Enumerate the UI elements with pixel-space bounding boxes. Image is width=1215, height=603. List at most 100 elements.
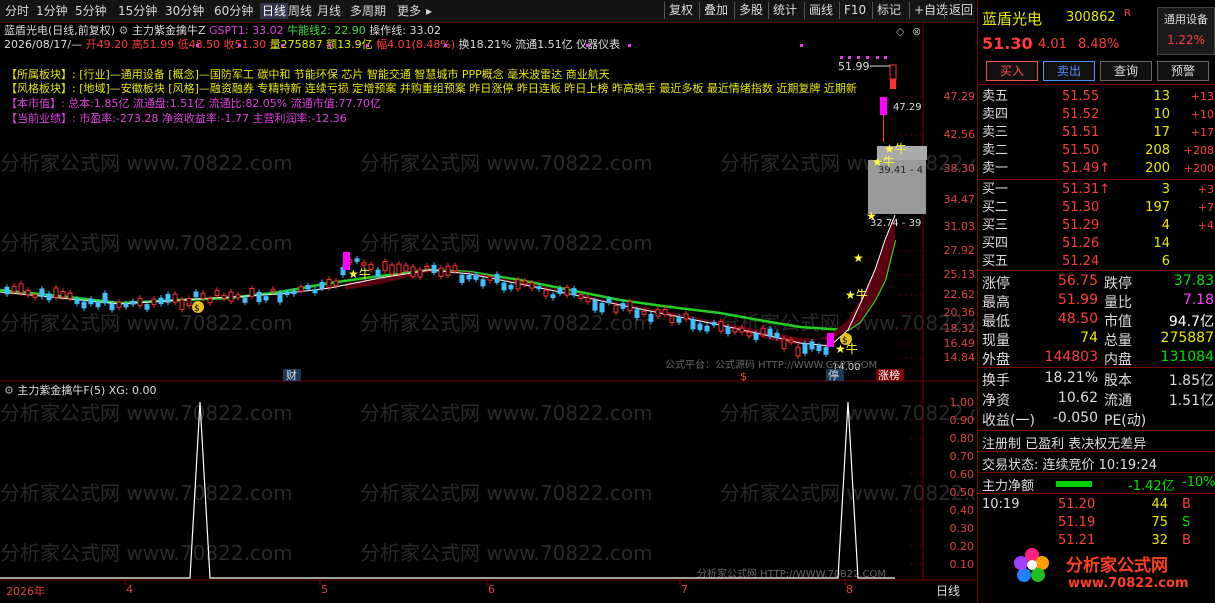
candle [389,264,395,275]
marker-ting: 停 [828,368,839,382]
candle [151,298,157,306]
candle [270,288,276,292]
y-tick-label: 22.62 [943,288,976,301]
quote-change: +3 [1197,183,1214,196]
candle [403,264,409,272]
candle [144,304,150,310]
candle [319,281,325,289]
stat-value: 48.50 [1057,311,1098,327]
signal-dot [628,44,631,47]
candle [25,289,31,296]
main-flow-label: 主力净额 [982,479,1035,494]
quote-level: 买二 [982,200,1009,215]
signal-dot [366,44,369,47]
sub-indicator-title[interactable]: 主力紫金擒牛F(5) XG: 0.00 [17,384,156,397]
candle [809,341,815,350]
signal-dot [857,56,860,59]
quote-level: 买三 [982,218,1009,233]
candle [214,290,220,296]
sub-title-row: ⚙ 主力紫金擒牛F(5) XG: 0.00 [4,384,157,398]
quote-volume: 10 [1153,107,1170,122]
period-label[interactable]: 日线 [936,582,960,599]
candle [333,280,339,287]
stat-value: 144803 [1044,349,1098,365]
candle [711,321,717,326]
candle [242,297,248,303]
sub-y-tick-label: 0.60 [949,468,975,481]
candle [683,313,689,320]
stat-value: 37.83 [1173,273,1214,289]
stat-label: 流通 [1104,393,1132,409]
quote-level: 卖一 [982,161,1009,176]
buy-button[interactable]: 买入 [986,61,1038,81]
signal-dot [196,44,199,47]
x-ticks [124,580,846,586]
candle [361,262,367,266]
candle [690,318,696,330]
y-tick-label: 47.29 [943,90,976,103]
y-tick-label: 38.30 [943,162,976,175]
candle [256,292,262,302]
candle [536,286,542,290]
stat-label: 市值 [1104,314,1132,330]
stat-label: 涨停 [982,276,1010,292]
sub-settings-icon[interactable]: ⚙ [4,384,17,397]
quote-price: 51.52 [1062,107,1100,122]
candle [662,308,668,316]
signal-dot [848,56,851,59]
sell-button[interactable]: 卖出 [1043,61,1095,81]
x-tick-label: 5 [321,583,328,596]
marker-cai: 财 [286,368,297,382]
quote-row: 卖四 51.52 10 +10 [982,106,1214,124]
candle [81,301,87,309]
candle [529,282,535,289]
candle [480,279,486,287]
quote-volume: 14 [1153,236,1170,251]
watermark-text: 分析家公式网 www.70822.com [360,231,653,255]
quote-change: +200 [1183,162,1214,175]
candle [235,294,241,299]
stat-value: 94.7亿 [1168,314,1214,330]
svg-text:★: ★ [866,209,877,223]
watermark-text: 分析家公式网 www.70822.com [0,401,293,425]
quote-volume: 208 [1145,143,1170,158]
quote-panel: 蓝盾光电 300862 R 通用设备 1.22% 51.30 4.01 8.48… [977,0,1215,603]
candle [522,280,528,285]
candle [431,264,437,274]
industry-box[interactable]: 通用设备 1.22% [1157,7,1215,55]
stat-label: 现量 [982,333,1010,349]
query-button[interactable]: 查询 [1100,61,1152,81]
quote-volume: 3 [1161,182,1170,197]
quote-row: 卖五 51.55 13 +13 [982,88,1214,106]
marker-zhangbang: 涨榜 [878,368,900,382]
quote-row: 卖二 51.50 208 +208 [982,142,1214,160]
quote-row: 卖三 51.51 17 +17 [982,124,1214,142]
trade-state: 交易状态: 连续竞价 10:19:24 [982,458,1158,473]
annotation-high: 51.99 [838,60,870,73]
candle [326,278,332,288]
alert-button[interactable]: 预警 [1157,61,1209,81]
quote-level: 卖四 [982,107,1009,122]
quote-change: +7 [1197,201,1214,214]
candle [193,291,199,298]
candle [165,293,171,303]
stat-label: 内盘 [1104,352,1132,368]
x-tick-label: 7 [681,583,688,596]
quote-row: 买一 51.31↑ 3 +3 [982,181,1214,199]
candle [753,332,759,340]
candle [116,301,122,308]
tick-price: 51.20 [1058,497,1096,512]
y-tick-label: 16.49 [943,337,976,350]
stat-label: 总量 [1104,333,1132,349]
quote-price: 51.55 [1062,89,1100,104]
candle [53,287,59,298]
quote-level: 买一 [982,182,1009,197]
quote-row: 买四 51.26 14 [982,235,1214,253]
tick-direction: B [1182,533,1191,548]
quote-change: +4 [1197,219,1214,232]
tick-direction: S [1182,515,1191,530]
candle [557,287,563,294]
candle [543,289,549,297]
candle [305,285,311,290]
candle [501,282,507,291]
